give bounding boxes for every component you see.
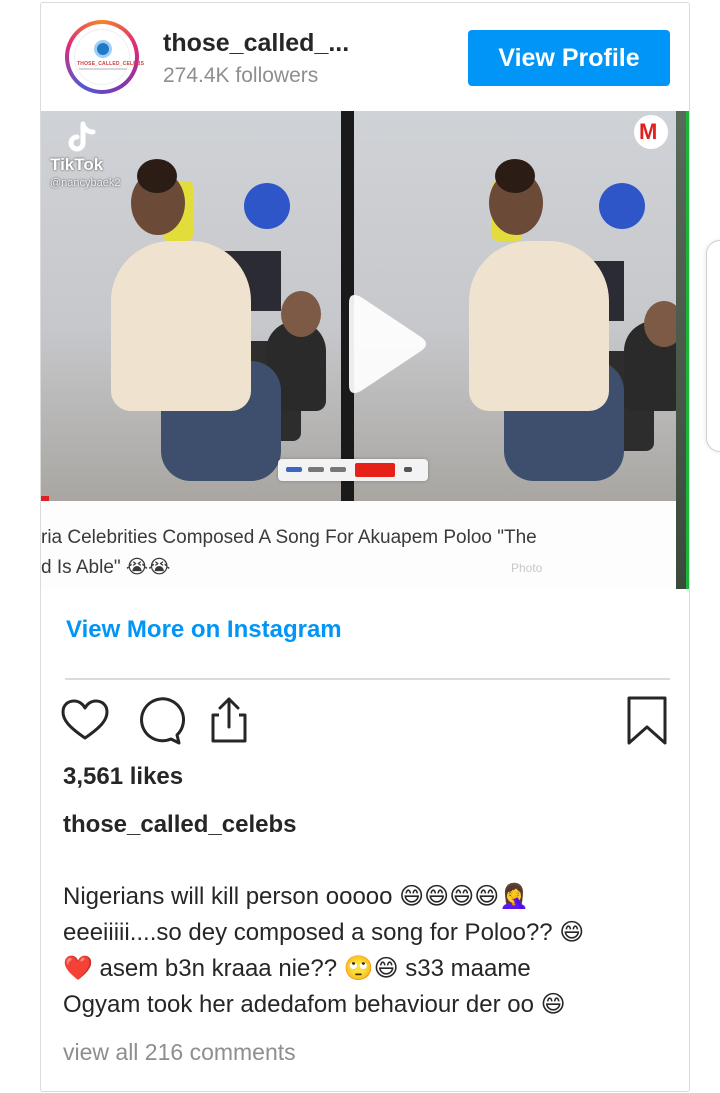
view-all-comments-link[interactable]: view all 216 comments [63, 1039, 296, 1066]
share-icon [211, 697, 247, 743]
caption-line: Nigerians will kill person ooooo 😄😄😄😄🤦‍♀… [63, 883, 530, 910]
side-panel-handle[interactable] [706, 240, 720, 452]
heart-icon [61, 699, 109, 740]
save-button[interactable] [621, 695, 673, 747]
post-author[interactable]: those_called_celebs [63, 811, 296, 839]
username[interactable]: those_called_... [163, 29, 383, 58]
view-more-on-instagram-link[interactable]: View More on Instagram [66, 616, 342, 644]
avatar-logo: THOSE_CALLED_CELEBS [74, 29, 145, 85]
video-watermark: Photo [511, 561, 543, 575]
bookmark-icon [627, 696, 667, 745]
caption-line: ❤️ asem b3n kraaa nie?? 🙄😄 s33 maame [63, 955, 531, 982]
post-header: THOSE_CALLED_CELEBS those_called_... 274… [41, 3, 689, 111]
share-button[interactable] [203, 695, 255, 747]
view-profile-button[interactable]: View Profile [468, 30, 670, 86]
caption-line: Ogyam took her adedafom behaviour der oo… [63, 991, 566, 1018]
divider [65, 678, 670, 680]
like-count[interactable]: 3,561 likes [63, 763, 183, 791]
post-caption: Nigerians will kill person ooooo 😄😄😄😄🤦‍♀… [63, 879, 683, 1023]
like-button[interactable] [59, 695, 111, 747]
caption-line: eeeiiiii....so dey composed a song for P… [63, 919, 585, 946]
video-frame-left: TikTok @nancybaek2 [41, 111, 341, 501]
tiktok-label: TikTok [50, 155, 104, 174]
tiktok-logo-icon [68, 121, 96, 152]
eye-logo-icon [94, 40, 112, 58]
comment-icon [140, 697, 185, 745]
instagram-embed-card: THOSE_CALLED_CELEBS those_called_... 274… [40, 2, 690, 1092]
tiktok-handle: @nancybaek2 [50, 177, 121, 189]
avatar[interactable]: THOSE_CALLED_CELEBS [65, 20, 145, 94]
station-logo-icon: M [634, 115, 668, 149]
play-icon[interactable] [309, 279, 439, 409]
comment-button[interactable] [133, 695, 185, 747]
avatar-brand-text: THOSE_CALLED_CELEBS [77, 61, 145, 67]
post-video[interactable]: TikTok @nancybaek2 M ria Celebrities Com… [41, 111, 689, 589]
subscribe-overlay [278, 459, 428, 481]
follower-count: 274.4K followers [163, 64, 319, 87]
